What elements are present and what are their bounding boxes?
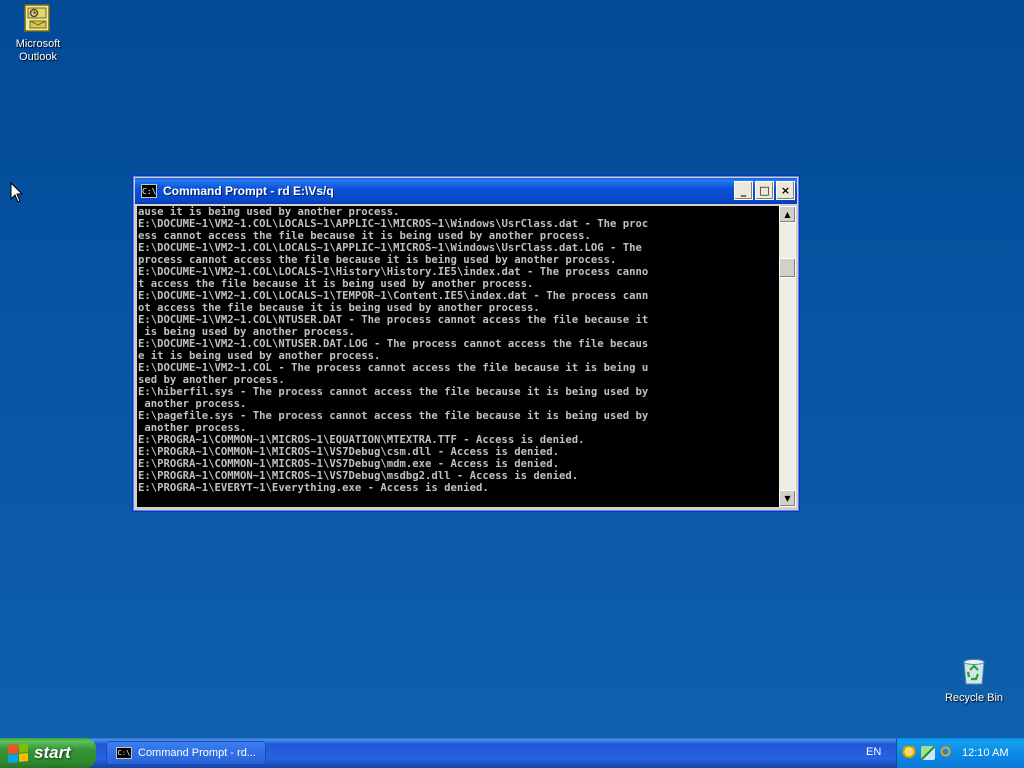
console-line: sed by another process.: [138, 374, 285, 386]
system-tray: 12:10 AM: [896, 738, 1024, 768]
scroll-up-button[interactable]: ▲: [779, 206, 796, 223]
minimize-button[interactable]: _: [734, 181, 753, 200]
language-indicator[interactable]: EN: [866, 746, 881, 758]
window-title: Command Prompt - rd E:\Vs/q: [163, 184, 334, 198]
outlook-icon: [22, 2, 54, 34]
security-shield-icon[interactable]: [902, 746, 916, 760]
maximize-button[interactable]: □: [755, 181, 774, 200]
console-line: E:\DOCUME~1\VM2~1.COL\LOCALS~1\APPLIC~1\…: [138, 218, 649, 230]
console-output[interactable]: ause it is being used by another process…: [137, 206, 779, 507]
taskbar-item-command-prompt[interactable]: C:\ Command Prompt - rd...: [106, 741, 266, 765]
console-line: E:\PROGRA~1\COMMON~1\MICROS~1\EQUATION\M…: [138, 434, 585, 446]
console-line: E:\DOCUME~1\VM2~1.COL - The process cann…: [138, 362, 649, 374]
recycle-bin-icon: [958, 656, 990, 688]
desktop-icon-recycle-bin[interactable]: Recycle Bin: [934, 656, 1014, 705]
console-line: E:\PROGRA~1\COMMON~1\MICROS~1\VS7Debug\c…: [138, 446, 559, 458]
taskbar-item-label: Command Prompt - rd...: [138, 747, 256, 759]
start-label: start: [34, 743, 71, 762]
scroll-thumb[interactable]: [779, 258, 796, 278]
console-text: ause it is being used by another process…: [137, 206, 779, 494]
console-line: is being used by another process.: [138, 326, 355, 338]
window-controls: _ □ ×: [734, 181, 795, 200]
console-line: E:\DOCUME~1\VM2~1.COL\LOCALS~1\TEMPOR~1\…: [138, 290, 649, 302]
desktop-icon-label: Recycle Bin: [944, 692, 1004, 704]
console-line: E:\DOCUME~1\VM2~1.COL\LOCALS~1\APPLIC~1\…: [138, 242, 642, 254]
command-prompt-icon: C:\: [141, 184, 157, 198]
close-button[interactable]: ×: [776, 181, 795, 200]
console-line: another process.: [138, 398, 247, 410]
search-icon[interactable]: [940, 746, 954, 760]
console-line: process cannot access the file because i…: [138, 254, 617, 266]
command-prompt-window[interactable]: C:\ Command Prompt - rd E:\Vs/q _ □ × au…: [132, 175, 800, 512]
console-line: ause it is being used by another process…: [138, 206, 400, 218]
clock[interactable]: 12:10 AM: [962, 747, 1008, 759]
start-button[interactable]: start: [0, 738, 96, 768]
console-line: e it is being used by another process.: [138, 350, 381, 362]
console-line: E:\DOCUME~1\VM2~1.COL\NTUSER.DAT.LOG - T…: [138, 338, 649, 350]
console-line: E:\PROGRA~1\COMMON~1\MICROS~1\VS7Debug\m…: [138, 470, 579, 482]
desktop-icon-label: Microsoft Outlook: [15, 38, 61, 63]
scroll-down-button[interactable]: ▼: [779, 490, 796, 507]
window-title-bar[interactable]: C:\ Command Prompt - rd E:\Vs/q _ □ ×: [135, 178, 797, 204]
console-line: E:\PROGRA~1\COMMON~1\MICROS~1\VS7Debug\m…: [138, 458, 559, 470]
taskbar: start C:\ Command Prompt - rd... EN 12:1…: [0, 738, 1024, 768]
console-line: E:\PROGRA~1\EVERYT~1\Everything.exe - Ac…: [138, 482, 489, 494]
console-line: E:\DOCUME~1\VM2~1.COL\NTUSER.DAT - The p…: [138, 314, 649, 326]
console-line: E:\DOCUME~1\VM2~1.COL\LOCALS~1\History\H…: [138, 266, 649, 278]
network-icon[interactable]: [921, 746, 935, 760]
command-prompt-icon: C:\: [116, 747, 132, 759]
console-line: E:\hiberfil.sys - The process cannot acc…: [138, 386, 649, 398]
console-line: ess cannot access the file because it is…: [138, 230, 591, 242]
console-line: ot access the file because it is being u…: [138, 302, 540, 314]
console-line: t access the file because it is being us…: [138, 278, 534, 290]
windows-logo-icon: [8, 742, 28, 764]
console-line: E:\pagefile.sys - The process cannot acc…: [138, 410, 649, 422]
desktop-icon-outlook[interactable]: Microsoft Outlook: [0, 2, 78, 64]
console-line: another process.: [138, 422, 247, 434]
vertical-scrollbar[interactable]: ▲ ▼: [779, 206, 796, 507]
